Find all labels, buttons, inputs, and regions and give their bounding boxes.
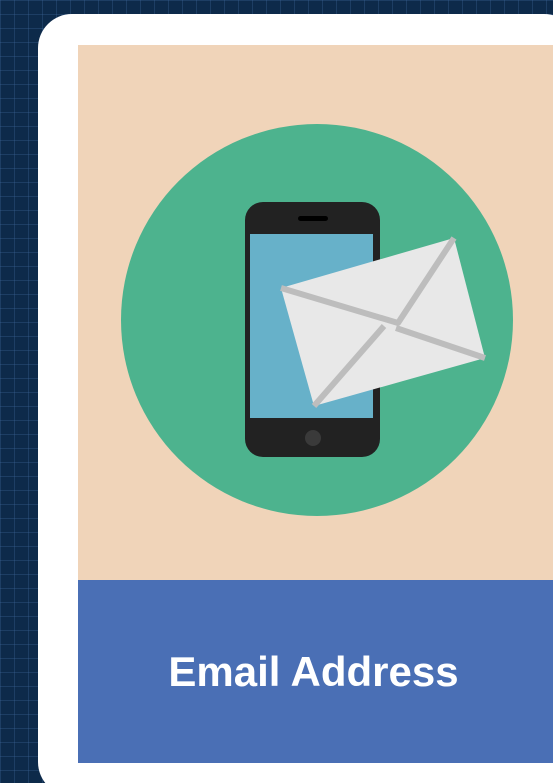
illustration (121, 124, 513, 516)
phone-speaker (298, 216, 328, 221)
card-title: Email Address (168, 647, 459, 695)
illustration-panel (78, 45, 553, 580)
phone-home-button (305, 430, 321, 446)
label-panel: Email Address (78, 580, 553, 763)
